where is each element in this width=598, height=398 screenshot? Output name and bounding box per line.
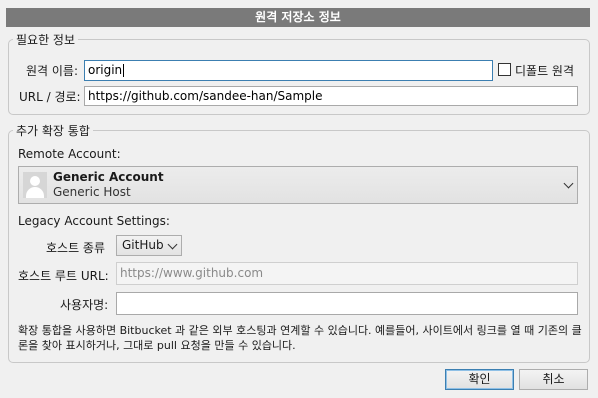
remote-name-value: origin <box>88 63 123 77</box>
default-remote-checkbox[interactable] <box>498 63 511 76</box>
chevron-down-icon <box>563 178 574 189</box>
ok-button[interactable]: 확인 <box>445 369 514 390</box>
integration-legend: 추가 확장 통합 <box>16 124 90 138</box>
required-info-legend: 필요한 정보 <box>16 33 76 47</box>
legacy-settings-label: Legacy Account Settings: <box>18 214 170 228</box>
avatar-icon <box>23 172 47 198</box>
host-root-url-input[interactable]: https://www.github.com <box>116 262 578 285</box>
host-type-select[interactable]: GitHub <box>116 235 182 256</box>
host-type-value: GitHub <box>122 238 164 252</box>
username-input[interactable] <box>116 292 578 315</box>
remote-name-label: 원격 이름: <box>26 64 79 78</box>
chevron-down-icon <box>167 239 178 250</box>
remote-account-dropdown[interactable]: Generic Account Generic Host <box>18 166 578 204</box>
host-root-url-label: 호스트 루트 URL: <box>18 269 109 283</box>
account-name: Generic Account <box>53 170 164 184</box>
url-label: URL / 경로: <box>19 90 81 104</box>
remote-name-input[interactable]: origin <box>84 60 493 81</box>
cancel-button[interactable]: 취소 <box>519 369 588 390</box>
account-host: Generic Host <box>53 185 131 199</box>
dialog-title: 원격 저장소 정보 <box>6 8 590 27</box>
username-label: 사용자명: <box>60 298 109 312</box>
default-remote-label: 디폴트 원격 <box>515 64 575 78</box>
url-input[interactable]: https://github.com/sandee-han/Sample <box>84 86 578 106</box>
remote-account-label: Remote Account: <box>18 147 121 161</box>
host-type-label: 호스트 종류 <box>46 241 106 255</box>
text-caret <box>123 64 125 77</box>
integration-note: 확장 통합을 사용하면 Bitbucket 과 같은 외부 호스팅과 연계할 수… <box>18 324 582 352</box>
